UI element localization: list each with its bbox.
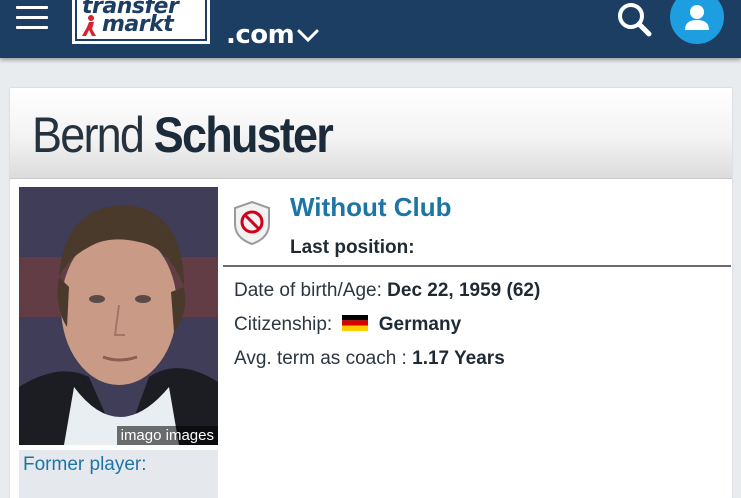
transfermarkt-logo[interactable]: transfer markt bbox=[72, 0, 210, 44]
last-name: Schuster bbox=[153, 107, 334, 163]
term-value: 1.17 Years bbox=[412, 348, 505, 369]
chevron-down-icon[interactable] bbox=[296, 28, 320, 44]
dob-value: Dec 22, 1959 (62) bbox=[387, 280, 541, 301]
term-label: Avg. term as coach : bbox=[234, 348, 407, 369]
search-icon[interactable] bbox=[614, 0, 654, 40]
profile-header: Bernd Schuster bbox=[10, 88, 732, 179]
former-player-section[interactable]: Former player: bbox=[19, 450, 218, 498]
dob-label: Date of birth/Age: bbox=[234, 280, 382, 301]
top-navigation-bar: transfer markt .com bbox=[0, 0, 741, 58]
germany-flag-icon bbox=[341, 315, 368, 331]
first-name: Bernd bbox=[32, 107, 145, 163]
no-entry-icon bbox=[234, 200, 270, 246]
avg-term-row: Avg. term as coach : 1.17 Years bbox=[234, 348, 505, 370]
club-link[interactable]: Without Club bbox=[290, 192, 451, 223]
profile-card: Bernd Schuster imago images Former playe… bbox=[10, 88, 732, 498]
logo-text-bottom: markt bbox=[102, 12, 174, 37]
hamburger-icon[interactable] bbox=[16, 4, 50, 34]
page-title: Bernd Schuster bbox=[32, 106, 334, 164]
last-position-label: Last position: bbox=[290, 237, 415, 258]
divider bbox=[223, 265, 731, 267]
citizenship-row: Citizenship: Germany bbox=[234, 314, 461, 336]
domain-label: .com bbox=[226, 20, 295, 50]
citizenship-value: Germany bbox=[378, 314, 462, 335]
photo-credit: imago images bbox=[116, 426, 218, 445]
portrait-image bbox=[19, 187, 218, 445]
profile-photo[interactable]: imago images bbox=[19, 187, 218, 445]
user-icon bbox=[685, 5, 709, 30]
account-button[interactable] bbox=[670, 0, 724, 44]
date-of-birth-row: Date of birth/Age: Dec 22, 1959 (62) bbox=[234, 280, 540, 302]
citizenship-label: Citizenship: bbox=[234, 314, 333, 335]
logo-figure-icon bbox=[82, 15, 96, 36]
former-player-label: Former player: bbox=[23, 454, 147, 475]
